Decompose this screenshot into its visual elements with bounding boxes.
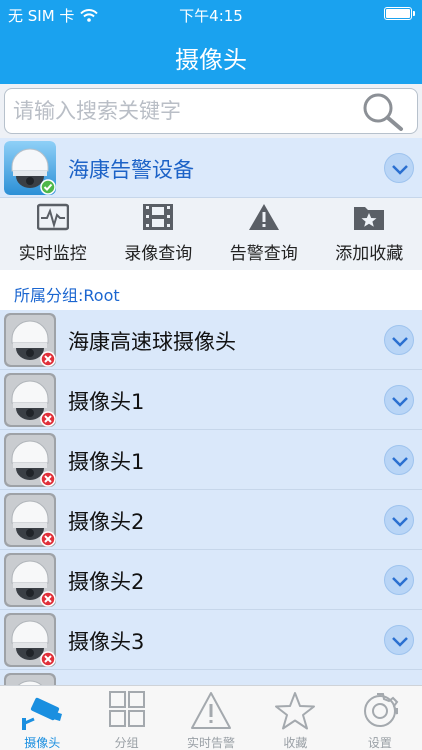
- battery-fill: [386, 9, 410, 18]
- device-actions: 实时监控 录像查询 告警查询 添加收藏: [0, 198, 422, 270]
- camera-icon: [4, 141, 56, 195]
- camera-name: 摄像头3: [68, 630, 145, 654]
- list-item[interactable]: 海康高速球摄像头: [0, 310, 422, 370]
- search-input[interactable]: [13, 97, 353, 125]
- action-label: 录像查询: [124, 244, 193, 264]
- tab-label: 分组: [114, 736, 139, 750]
- tab-camera[interactable]: 摄像头: [0, 686, 84, 750]
- chevron-down-icon[interactable]: [384, 325, 414, 355]
- chevron-down-icon[interactable]: [384, 505, 414, 535]
- action-label: 实时监控: [18, 244, 87, 264]
- warning-icon: [191, 692, 232, 729]
- chevron-down-icon[interactable]: [384, 565, 414, 595]
- camera-icon: [4, 373, 56, 427]
- search-box[interactable]: [4, 88, 418, 134]
- chevron-down-icon[interactable]: [384, 445, 414, 475]
- camera-name: 海康高速球摄像头: [68, 330, 236, 354]
- list-item[interactable]: [0, 670, 422, 685]
- nav-bar: 摄像头: [0, 28, 422, 84]
- list-item[interactable]: 摄像头1: [0, 430, 422, 490]
- list-item[interactable]: 摄像头3: [0, 610, 422, 670]
- tab-label: 实时告警: [187, 736, 236, 750]
- group-row: 所属分组:Root: [0, 270, 422, 310]
- camera-name: 摄像头2: [68, 570, 145, 594]
- tab-label: 摄像头: [24, 736, 61, 750]
- film-icon: [143, 204, 174, 230]
- action-label: 添加收藏: [335, 244, 404, 264]
- gear-icon: [363, 693, 399, 727]
- warning-icon: [248, 204, 279, 230]
- camera-list: 海康高速球摄像头 摄像头1 摄像头1 摄像头2 摄像头2 摄像头3: [0, 310, 422, 685]
- search-icon[interactable]: [357, 91, 407, 131]
- list-item[interactable]: 摄像头2: [0, 550, 422, 610]
- tab-bar: 摄像头 分组 实时告警 收藏 设置: [0, 685, 422, 750]
- star-icon: [275, 692, 316, 730]
- camera-icon: [4, 673, 56, 685]
- action-alarm-query[interactable]: 告警查询: [211, 198, 317, 270]
- waveform-icon: [36, 203, 69, 231]
- action-add-favorite[interactable]: 添加收藏: [317, 198, 422, 270]
- action-label: 告警查询: [229, 244, 298, 264]
- chevron-down-icon[interactable]: [384, 625, 414, 655]
- camera-icon: [4, 493, 56, 547]
- tab-label: 收藏: [283, 736, 308, 750]
- status-bar: 无 SIM 卡 下午4:15: [0, 0, 422, 28]
- device-header[interactable]: 海康告警设备: [0, 138, 422, 198]
- list-item[interactable]: 摄像头2: [0, 490, 422, 550]
- action-live-monitor[interactable]: 实时监控: [0, 198, 106, 270]
- camera-icon: [22, 697, 63, 730]
- camera-name: 摄像头1: [68, 450, 145, 474]
- camera-name: 摄像头2: [68, 510, 145, 534]
- camera-icon: [4, 433, 56, 487]
- tab-settings[interactable]: 设置: [338, 686, 422, 750]
- action-record-query[interactable]: 录像查询: [106, 198, 212, 270]
- tab-realtime-alarm[interactable]: 实时告警: [169, 686, 253, 750]
- device-name: 海康告警设备: [68, 158, 194, 182]
- camera-icon: [4, 553, 56, 607]
- tab-favorites[interactable]: 收藏: [253, 686, 337, 750]
- search-area: [0, 84, 422, 138]
- tab-group[interactable]: 分组: [84, 686, 168, 750]
- chevron-down-icon[interactable]: [384, 385, 414, 415]
- page-title: 摄像头: [175, 46, 247, 74]
- folder-star-icon: [354, 207, 385, 230]
- camera-name: 摄像头1: [68, 390, 145, 414]
- chevron-down-icon[interactable]: [384, 153, 414, 183]
- tab-label: 设置: [367, 736, 392, 750]
- battery-icon: [384, 7, 415, 20]
- list-item[interactable]: 摄像头1: [0, 370, 422, 430]
- grid-icon: [108, 691, 145, 727]
- camera-icon: [4, 613, 56, 667]
- camera-icon: [4, 313, 56, 367]
- status-time: 下午4:15: [179, 7, 243, 25]
- group-label: 所属分组:Root: [14, 286, 120, 305]
